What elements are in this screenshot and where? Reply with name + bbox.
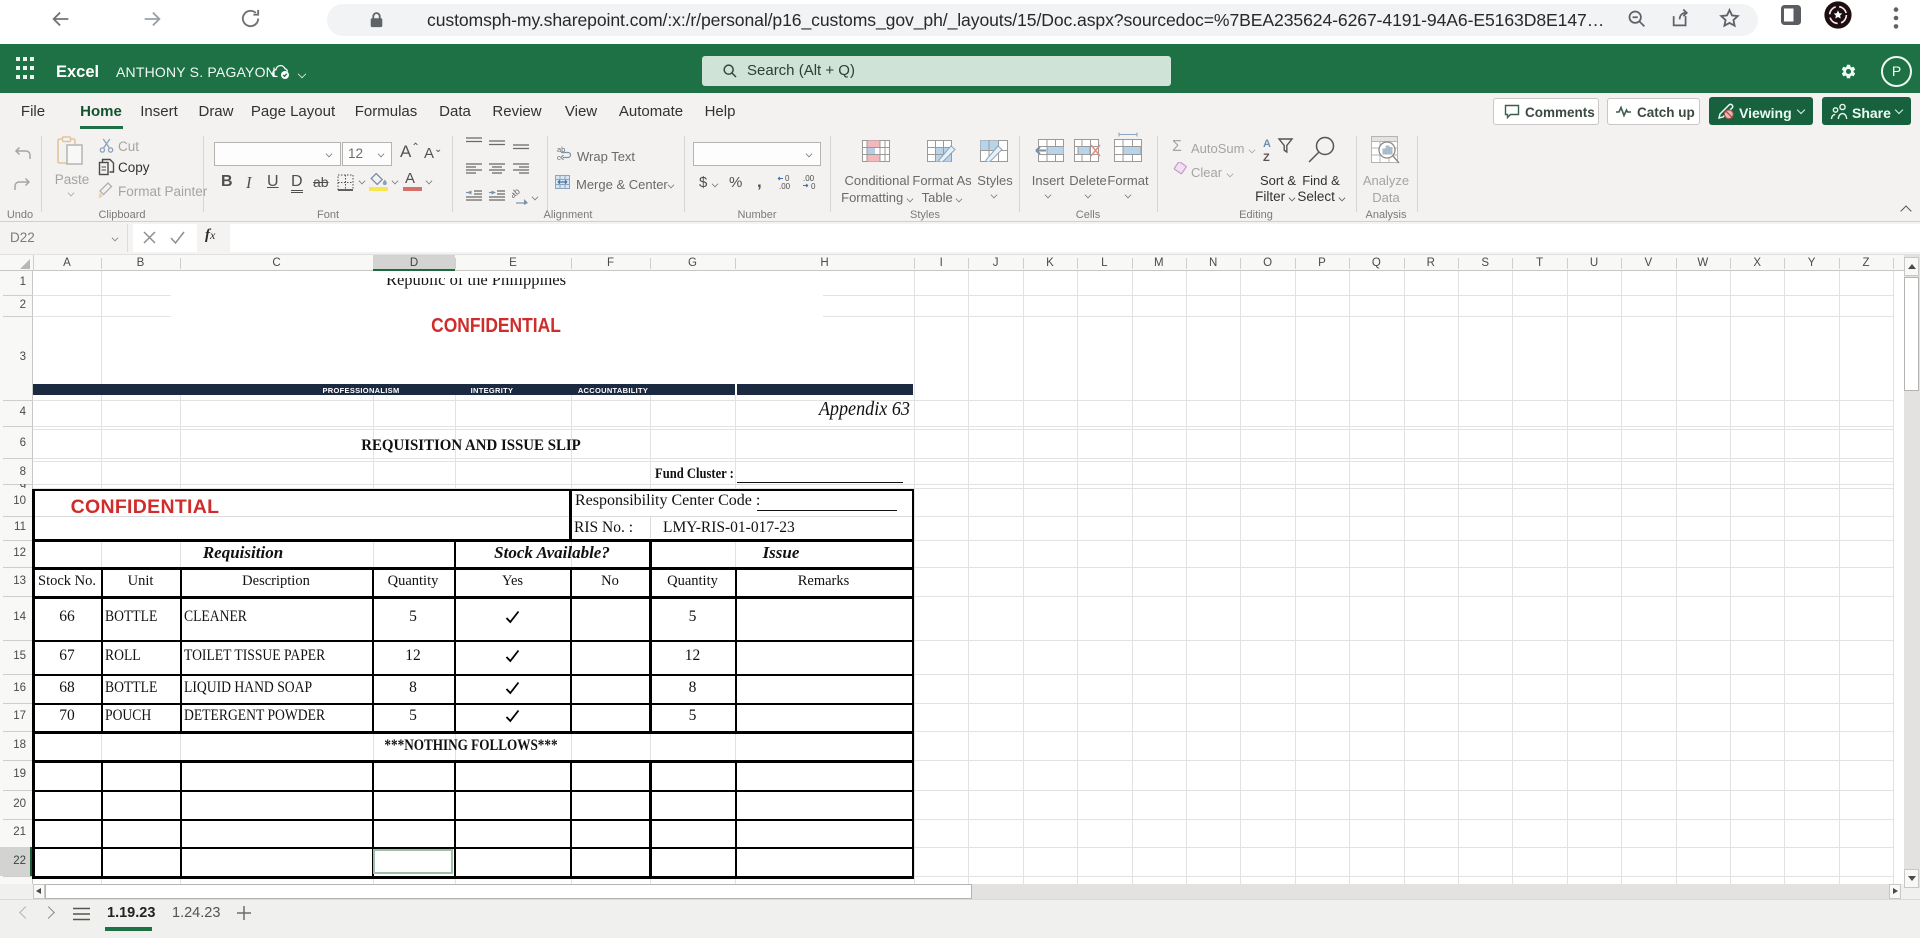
- svg-text:A: A: [1263, 138, 1271, 150]
- svg-text:Z: Z: [1263, 152, 1270, 164]
- svg-text:.00: .00: [779, 182, 791, 191]
- svg-text:c: c: [557, 153, 561, 161]
- svg-text:ab: ab: [512, 186, 522, 200]
- svg-text:0: 0: [811, 182, 816, 191]
